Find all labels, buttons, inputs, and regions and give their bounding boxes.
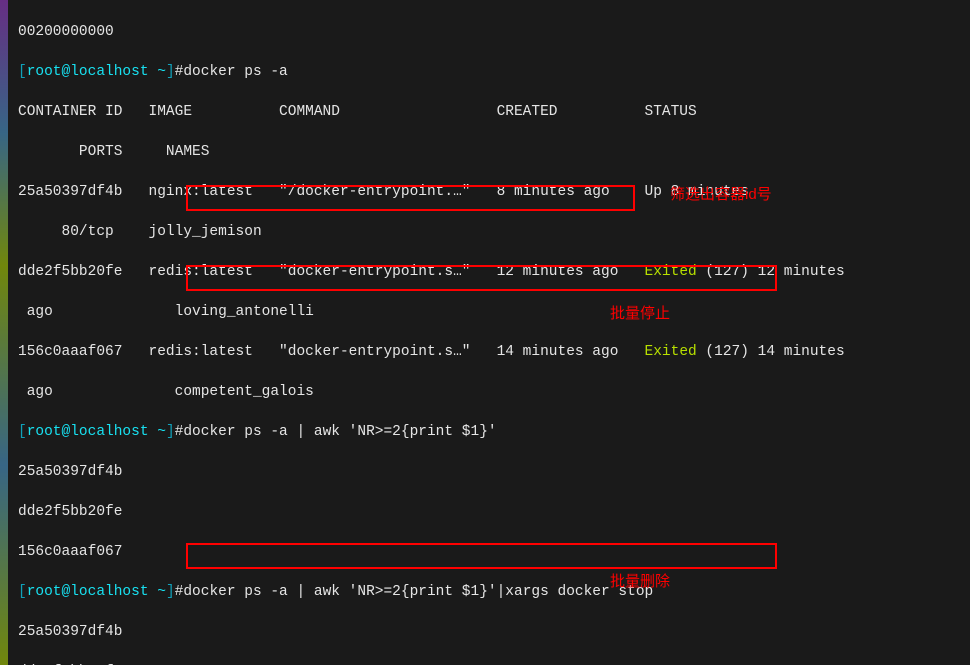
output-line: 00200000000 — [18, 22, 960, 42]
table-header: PORTS NAMES — [18, 142, 960, 162]
output-line: dde2f5bb20fe — [18, 502, 960, 522]
output-line: 25a50397df4b — [18, 622, 960, 642]
prompt-line: [root@localhost ~]#docker ps -a — [18, 62, 960, 82]
terminal-output[interactable]: 00200000000 [root@localhost ~]#docker ps… — [0, 0, 970, 665]
output-line: 25a50397df4b — [18, 462, 960, 482]
table-row: ago competent_galois — [18, 382, 960, 402]
table-row: dde2f5bb20fe redis:latest "docker-entryp… — [18, 262, 960, 282]
annotation-rm: 批量删除 — [610, 573, 670, 591]
table-row: 25a50397df4b nginx:latest "/docker-entry… — [18, 182, 960, 202]
annotation-stop: 批量停止 — [610, 305, 670, 323]
table-row: ago loving_antonelli — [18, 302, 960, 322]
prompt-line: [root@localhost ~]#docker ps -a | awk 'N… — [18, 422, 960, 442]
output-line: 156c0aaaf067 — [18, 542, 960, 562]
table-row: 156c0aaaf067 redis:latest "docker-entryp… — [18, 342, 960, 362]
table-header: CONTAINER ID IMAGE COMMAND CREATED STATU… — [18, 102, 960, 122]
prompt-line: [root@localhost ~]#docker ps -a | awk 'N… — [18, 582, 960, 602]
table-row: 80/tcp jolly_jemison — [18, 222, 960, 242]
annotation-filter: 筛选出容器id号 — [670, 186, 772, 204]
